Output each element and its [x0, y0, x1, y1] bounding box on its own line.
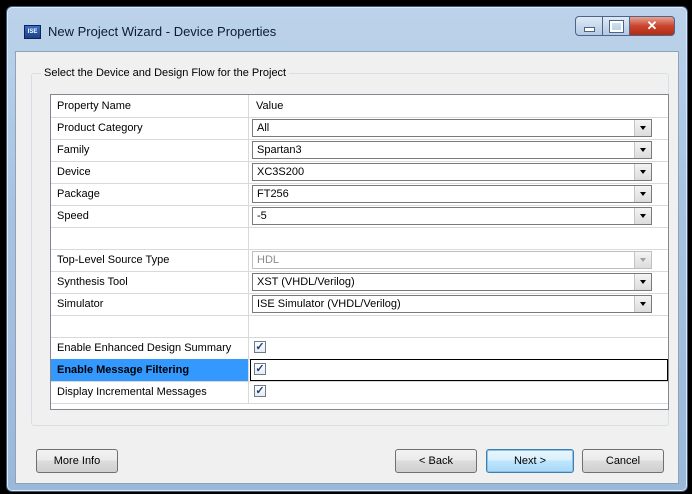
header-value-cell: Value: [250, 95, 668, 117]
select-value: FT256: [257, 188, 289, 200]
row-product-category: Product Category All: [51, 117, 668, 140]
select-value: XST (VHDL/Verilog): [257, 276, 355, 288]
enhanced-design-summary-checkbox[interactable]: ✓: [254, 341, 266, 353]
more-info-button[interactable]: More Info: [36, 449, 118, 473]
simulator-select[interactable]: ISE Simulator (VHDL/Verilog): [252, 295, 652, 313]
value-cell: ✓: [250, 337, 668, 359]
select-value: Spartan3: [257, 144, 302, 156]
property-grid: Property Name Value Product Category All…: [50, 94, 669, 410]
cancel-button[interactable]: Cancel: [582, 449, 664, 473]
value-cell: ✓: [250, 381, 668, 403]
select-value: HDL: [257, 254, 280, 266]
wizard-window: ISE New Project Wizard - Device Properti…: [6, 6, 688, 492]
value-cell: FT256: [250, 183, 668, 205]
top-level-source-select: HDL: [252, 251, 652, 269]
spacer-row: [51, 227, 668, 250]
group-label: Select the Device and Design Flow for th…: [41, 67, 290, 79]
property-label: Enable Message Filtering: [51, 359, 249, 381]
window-controls: ✕: [575, 16, 675, 36]
value-cell: HDL: [250, 249, 668, 271]
maximize-button[interactable]: [603, 16, 630, 36]
device-select[interactable]: XC3S200: [252, 163, 652, 181]
row-package: Package FT256: [51, 183, 668, 206]
chevron-down-icon: [640, 258, 646, 262]
property-label: Display Incremental Messages: [51, 381, 249, 403]
property-label: Enable Enhanced Design Summary: [51, 337, 249, 359]
select-value: XC3S200: [257, 166, 305, 178]
close-button[interactable]: ✕: [630, 16, 675, 36]
property-label: Synthesis Tool: [51, 271, 249, 293]
header-value: Value: [256, 100, 284, 112]
spacer-row: [51, 315, 668, 338]
checkmark-icon: ✓: [255, 341, 265, 353]
product-category-select[interactable]: All: [252, 119, 652, 137]
property-label: Speed: [51, 205, 249, 227]
empty-cell: [51, 227, 249, 249]
dropdown-button[interactable]: [634, 208, 651, 224]
close-icon: ✕: [646, 18, 658, 33]
dropdown-button[interactable]: [634, 120, 651, 136]
property-label: Simulator: [51, 293, 249, 315]
value-cell: ✓: [250, 359, 668, 381]
row-simulator: Simulator ISE Simulator (VHDL/Verilog): [51, 293, 668, 316]
row-incremental-messages: Display Incremental Messages ✓: [51, 381, 668, 404]
app-icon: ISE: [24, 25, 41, 39]
property-label: Package: [51, 183, 249, 205]
dropdown-button[interactable]: [634, 142, 651, 158]
row-device: Device XC3S200: [51, 161, 668, 184]
select-value: All: [257, 122, 270, 134]
chevron-down-icon: [640, 214, 646, 218]
minimize-icon: [583, 26, 595, 32]
dropdown-button[interactable]: [634, 186, 651, 202]
property-label: Family: [51, 139, 249, 161]
dropdown-button[interactable]: [634, 164, 651, 180]
window-title: New Project Wizard - Device Properties: [48, 24, 277, 39]
row-speed: Speed -5: [51, 205, 668, 228]
select-value: -5: [257, 210, 267, 222]
checkmark-icon: ✓: [255, 385, 265, 397]
property-label: Top-Level Source Type: [51, 249, 249, 271]
chevron-down-icon: [640, 280, 646, 284]
synthesis-tool-select[interactable]: XST (VHDL/Verilog): [252, 273, 652, 291]
value-cell: XST (VHDL/Verilog): [250, 271, 668, 293]
value-cell: Spartan3: [250, 139, 668, 161]
row-family: Family Spartan3: [51, 139, 668, 162]
property-label: Product Category: [51, 117, 249, 139]
chevron-down-icon: [640, 126, 646, 130]
maximize-icon: [608, 19, 624, 33]
chevron-down-icon: [640, 192, 646, 196]
incremental-messages-checkbox[interactable]: ✓: [254, 385, 266, 397]
dropdown-button[interactable]: [634, 274, 651, 290]
back-button[interactable]: < Back: [395, 449, 477, 473]
value-cell: ISE Simulator (VHDL/Verilog): [250, 293, 668, 315]
row-message-filtering: Enable Message Filtering ✓: [51, 359, 668, 382]
select-value: ISE Simulator (VHDL/Verilog): [257, 298, 401, 310]
empty-cell: [51, 315, 249, 337]
dropdown-button: [634, 252, 651, 268]
minimize-button[interactable]: [575, 16, 603, 36]
header-property-name: Property Name: [51, 95, 249, 117]
row-top-level-source-type: Top-Level Source Type HDL: [51, 249, 668, 272]
next-button[interactable]: Next >: [486, 449, 574, 473]
family-select[interactable]: Spartan3: [252, 141, 652, 159]
chevron-down-icon: [640, 302, 646, 306]
chevron-down-icon: [640, 170, 646, 174]
grid-header: Property Name Value: [51, 95, 668, 118]
message-filtering-checkbox[interactable]: ✓: [254, 363, 266, 375]
row-enhanced-design-summary: Enable Enhanced Design Summary ✓: [51, 337, 668, 360]
title-bar[interactable]: ISE New Project Wizard - Device Properti…: [7, 7, 687, 51]
speed-select[interactable]: -5: [252, 207, 652, 225]
checkmark-icon: ✓: [255, 363, 265, 375]
row-synthesis-tool: Synthesis Tool XST (VHDL/Verilog): [51, 271, 668, 294]
chevron-down-icon: [640, 148, 646, 152]
property-label: Device: [51, 161, 249, 183]
value-cell: XC3S200: [250, 161, 668, 183]
value-cell: -5: [250, 205, 668, 227]
dialog-body: Select the Device and Design Flow for th…: [15, 51, 679, 484]
package-select[interactable]: FT256: [252, 185, 652, 203]
value-cell: All: [250, 117, 668, 139]
dropdown-button[interactable]: [634, 296, 651, 312]
